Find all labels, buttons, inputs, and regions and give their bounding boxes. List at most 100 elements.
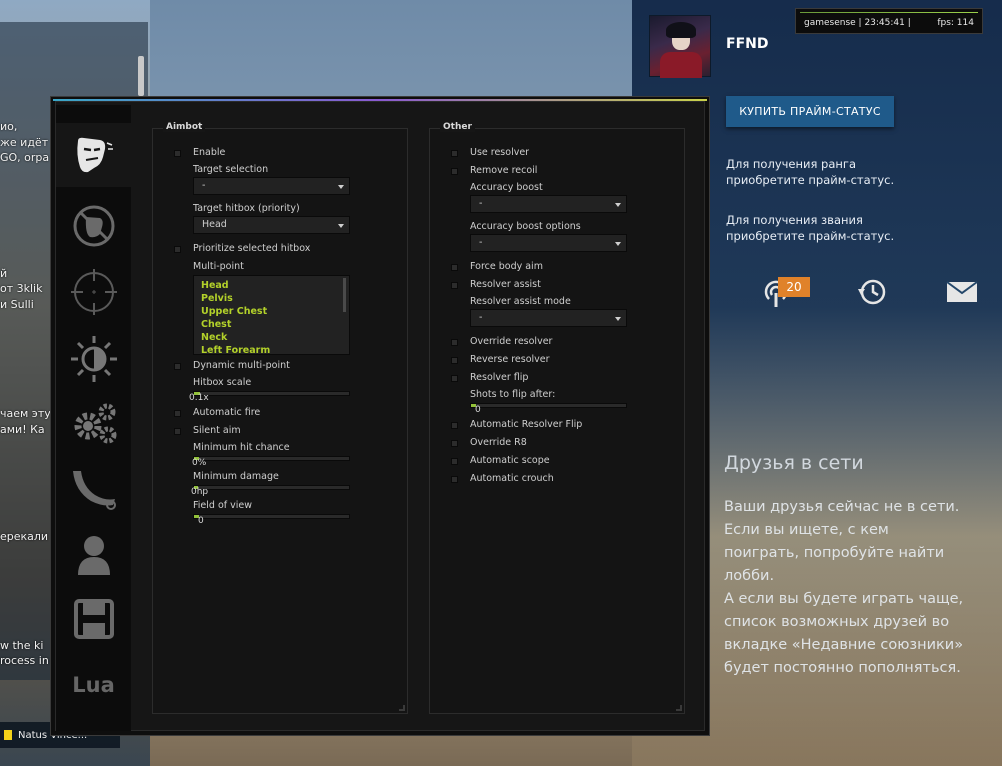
list-item[interactable]: Head (194, 279, 349, 292)
other-group: Other Use resolver Remove recoil Accurac… (429, 122, 685, 714)
automatic-scope-checkbox[interactable] (451, 458, 458, 465)
rank-info-line: Для получения ранга (726, 157, 857, 171)
mail-icon[interactable] (946, 276, 978, 308)
tab-sidebar: Lua (56, 105, 131, 731)
tab-skins[interactable] (56, 457, 131, 521)
chat-line: же идёт (0, 136, 49, 149)
friends-info-line: А если вы будете играть чаще, (724, 591, 964, 607)
chat-line: й (0, 267, 8, 280)
resolver-assist-mode-label: Resolver assist mode (470, 296, 571, 307)
friends-info-line: лобби. (724, 568, 775, 584)
silent-aim-checkbox[interactable] (174, 428, 181, 435)
reverse-resolver-checkbox[interactable] (451, 357, 458, 364)
accuracy-boost-options-dropdown[interactable]: - (470, 234, 627, 252)
tab-lua[interactable]: Lua (56, 653, 131, 717)
use-resolver-label: Use resolver (470, 147, 530, 158)
list-item[interactable]: Left Forearm (194, 344, 349, 354)
override-resolver-label: Override resolver (470, 336, 553, 347)
tab-visuals[interactable] (56, 327, 131, 391)
visuals-icon (70, 336, 117, 382)
tab-crosshair[interactable] (56, 260, 131, 324)
chat-line: и Sulli (0, 298, 34, 311)
target-hitbox-dropdown[interactable]: Head (193, 216, 350, 234)
fov-slider[interactable] (193, 514, 350, 519)
min-hit-chance-value: 0% (192, 458, 207, 468)
dynamic-multipoint-checkbox[interactable] (174, 363, 181, 370)
skins-icon (72, 471, 116, 510)
automatic-resolver-flip-label: Automatic Resolver Flip (470, 419, 583, 430)
shots-to-flip-value: 0 (475, 405, 481, 415)
resize-grip[interactable] (676, 705, 682, 711)
chat-scrollbar[interactable] (138, 56, 144, 96)
listbox-scrollbar[interactable] (343, 278, 346, 312)
min-hit-chance-label: Minimum hit chance (193, 442, 290, 453)
avatar-hair (666, 22, 696, 38)
hitbox-scale-slider[interactable] (193, 391, 350, 396)
tab-misc[interactable] (56, 391, 131, 455)
dynamic-multipoint-label: Dynamic multi-point (193, 360, 290, 371)
resolver-assist-checkbox[interactable] (451, 282, 458, 289)
friends-info-line: список возможных друзей во (724, 614, 950, 630)
target-selection-dropdown[interactable]: - (193, 177, 350, 195)
multipoint-listbox[interactable]: Head Pelvis Upper Chest Chest Neck Left … (193, 275, 350, 355)
avatar-body (660, 52, 702, 78)
hitbox-scale-label: Hitbox scale (193, 377, 252, 388)
silent-aim-label: Silent aim (193, 425, 241, 436)
automatic-crouch-checkbox[interactable] (451, 476, 458, 483)
min-damage-value: 0hp (191, 487, 209, 497)
list-item[interactable]: Pelvis (194, 292, 349, 305)
automatic-resolver-flip-checkbox[interactable] (451, 422, 458, 429)
notification-badge: 20 (778, 277, 810, 297)
automatic-fire-checkbox[interactable] (174, 410, 181, 417)
min-hit-chance-slider[interactable] (193, 456, 350, 461)
list-item[interactable]: Upper Chest (194, 305, 349, 318)
chat-line: ио, (0, 120, 18, 133)
watermark-text: gamesense | 23:45:41 | (804, 18, 911, 28)
cheat-menu-window[interactable]: Lua Aimbot Enable Target selection - Tar… (50, 96, 710, 736)
tab-legit[interactable] (56, 194, 131, 258)
min-damage-slider[interactable] (193, 485, 350, 490)
accuracy-boost-label: Accuracy boost (470, 182, 543, 193)
history-icon[interactable] (856, 276, 888, 308)
override-resolver-checkbox[interactable] (451, 339, 458, 346)
resolver-flip-checkbox[interactable] (451, 375, 458, 382)
chat-line: GO, orpa (0, 151, 50, 164)
accuracy-boost-dropdown[interactable]: - (470, 195, 627, 213)
tab-config[interactable] (56, 587, 131, 651)
override-r8-checkbox[interactable] (451, 440, 458, 447)
use-resolver-checkbox[interactable] (451, 150, 458, 157)
friends-info: Ваши друзья сейчас не в сети. Если вы ищ… (724, 496, 989, 680)
fov-value: 0 (198, 516, 204, 526)
accuracy-boost-options-label: Accuracy boost options (470, 221, 581, 232)
prioritize-hitbox-checkbox[interactable] (174, 246, 181, 253)
resize-grip[interactable] (399, 705, 405, 711)
target-selection-label: Target selection (193, 164, 269, 175)
shots-to-flip-slider[interactable] (470, 403, 627, 408)
rank-info-line: приобретите прайм-статус. (726, 173, 895, 187)
title-info: Для получения звания приобретите прайм-с… (726, 212, 894, 244)
remove-recoil-checkbox[interactable] (451, 168, 458, 175)
shots-to-flip-label: Shots to flip after: (470, 389, 556, 400)
list-item[interactable]: Neck (194, 331, 349, 344)
tab-players[interactable] (56, 523, 131, 587)
hitbox-scale-value: 0.1x (189, 393, 209, 403)
resolver-assist-label: Resolver assist (470, 279, 541, 290)
min-damage-label: Minimum damage (193, 471, 279, 482)
player-name: FFND (726, 36, 769, 52)
enable-checkbox[interactable] (174, 150, 181, 157)
list-item[interactable]: Chest (194, 318, 349, 331)
resolver-flip-label: Resolver flip (470, 372, 529, 383)
resolver-assist-mode-dropdown[interactable]: - (470, 309, 627, 327)
automatic-crouch-label: Automatic crouch (470, 473, 554, 484)
buy-prime-button[interactable]: КУПИТЬ ПРАЙМ-СТАТУС (726, 96, 894, 127)
force-body-aim-checkbox[interactable] (451, 264, 458, 271)
enable-label: Enable (193, 147, 226, 158)
tab-rage[interactable] (56, 123, 131, 187)
chat-line: ерекали (0, 530, 49, 543)
aimbot-group: Aimbot Enable Target selection - Target … (152, 122, 408, 714)
rage-icon (76, 137, 113, 173)
reverse-resolver-label: Reverse resolver (470, 354, 550, 365)
avatar[interactable] (649, 15, 711, 78)
chat-line: w the ki (0, 639, 44, 652)
automatic-scope-label: Automatic scope (470, 455, 550, 466)
